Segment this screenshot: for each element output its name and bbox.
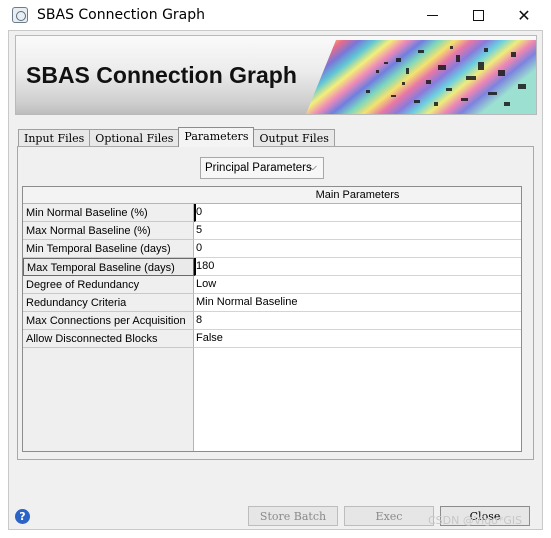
row-label: Min Normal Baseline (%) bbox=[23, 204, 194, 222]
chevron-down-icon: ⌵ bbox=[308, 161, 317, 173]
parameters-table: Main Parameters Min Normal Baseline (%) … bbox=[22, 186, 522, 452]
app-icon bbox=[12, 7, 28, 23]
tab-bar: Input Files Optional Files Parameters Ou… bbox=[18, 127, 335, 147]
row-label: Allow Disconnected Blocks bbox=[23, 330, 194, 348]
window-title: SBAS Connection Graph bbox=[37, 7, 206, 23]
table-row: Max Temporal Baseline (days) 180 bbox=[23, 258, 521, 276]
maximize-icon bbox=[472, 9, 484, 21]
header-banner: SBAS Connection Graph bbox=[15, 35, 537, 115]
row-value-cell[interactable]: Min Normal Baseline bbox=[194, 294, 521, 312]
row-label: Min Temporal Baseline (days) bbox=[23, 240, 194, 258]
interferogram-image bbox=[306, 40, 536, 114]
minimize-button[interactable] bbox=[409, 0, 455, 30]
tab-parameters[interactable]: Parameters bbox=[178, 127, 255, 147]
row-value-cell[interactable]: 8 bbox=[194, 312, 521, 330]
table-row: Max Connections per Acquisition 8 bbox=[23, 312, 521, 330]
row-value-cell[interactable]: 5 bbox=[194, 222, 521, 240]
banner-title: SBAS Connection Graph bbox=[26, 62, 297, 88]
exec-button[interactable]: Exec bbox=[344, 506, 434, 526]
row-label: Max Normal Baseline (%) bbox=[23, 222, 194, 240]
row-label: Max Connections per Acquisition bbox=[23, 312, 194, 330]
tab-optional-files[interactable]: Optional Files bbox=[89, 129, 180, 147]
row-value-cell[interactable]: False bbox=[194, 330, 521, 348]
tab-output-files[interactable]: Output Files bbox=[253, 129, 335, 147]
column-header-main-parameters: Main Parameters bbox=[194, 187, 521, 204]
table-row: Min Temporal Baseline (days) 0 bbox=[23, 240, 521, 258]
row-value-cell[interactable]: 0 bbox=[194, 204, 521, 222]
row-label: Redundancy Criteria bbox=[23, 294, 194, 312]
close-icon: ✕ bbox=[517, 5, 531, 25]
row-value-cell[interactable]: Low bbox=[194, 276, 521, 294]
tab-input-files[interactable]: Input Files bbox=[18, 129, 91, 147]
watermark: CSDN @Vigo*GIS bbox=[428, 514, 523, 527]
row-label: Max Temporal Baseline (days) bbox=[23, 258, 194, 276]
row-value-cell[interactable]: 180 bbox=[194, 258, 521, 276]
table-row: Max Normal Baseline (%) 5 bbox=[23, 222, 521, 240]
store-batch-button[interactable]: Store Batch bbox=[248, 506, 338, 526]
table-corner bbox=[23, 187, 194, 204]
close-window-button[interactable]: ✕ bbox=[501, 0, 547, 30]
maximize-button[interactable] bbox=[455, 0, 501, 30]
help-icon[interactable]: ? bbox=[15, 509, 30, 524]
row-value-cell[interactable]: 0 bbox=[194, 240, 521, 258]
table-row: Degree of Redundancy Low bbox=[23, 276, 521, 294]
parameter-group-value: Principal Parameters bbox=[205, 162, 312, 174]
table-row: Redundancy Criteria Min Normal Baseline bbox=[23, 294, 521, 312]
row-label: Degree of Redundancy bbox=[23, 276, 194, 294]
table-row: Min Normal Baseline (%) 0 bbox=[23, 204, 521, 222]
minimize-icon bbox=[426, 14, 438, 16]
table-row: Allow Disconnected Blocks False bbox=[23, 330, 521, 348]
window-title-bar[interactable]: SBAS Connection Graph ✕ bbox=[0, 0, 551, 30]
parameter-group-select[interactable]: Principal Parameters ⌵ bbox=[200, 157, 324, 179]
